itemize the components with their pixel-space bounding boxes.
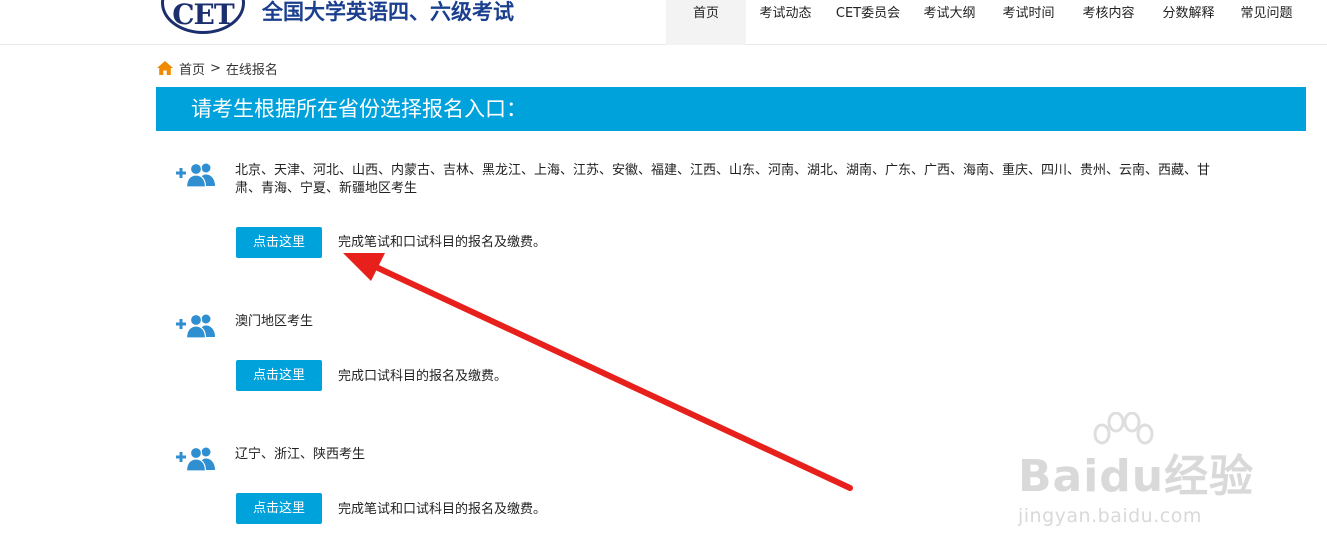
- breadcrumb-current: 在线报名: [225, 62, 278, 78]
- register-button-mainland[interactable]: 点击这里: [236, 227, 322, 258]
- nav-item-news[interactable]: 考试动态: [746, 0, 825, 45]
- register-button-lzs[interactable]: 点击这里: [236, 493, 322, 524]
- watermark-sub: jingyan.baidu.com: [1018, 505, 1202, 527]
- breadcrumb-separator: >: [210, 60, 221, 76]
- breadcrumb: 首页 > 在线报名: [156, 59, 278, 78]
- breadcrumb-home[interactable]: 首页: [179, 59, 205, 78]
- logo-text: CET: [172, 0, 234, 31]
- site-title[interactable]: 全国大学英语四、六级考试: [262, 0, 514, 26]
- watermark-main: Baidu经验: [1018, 451, 1255, 502]
- register-button-macau[interactable]: 点击这里: [236, 360, 322, 391]
- site-header: CET 全国大学英语四、六级考试 首页 考试动态 CET委员会 考试大纲 考试时…: [0, 0, 1327, 45]
- registration-section-macau: 澳门地区考生 点击这里 完成口试科目的报名及缴费。: [175, 313, 1275, 393]
- cet-logo[interactable]: CET: [161, 0, 245, 34]
- nav-item-syllabus[interactable]: 考试大纲: [911, 0, 988, 45]
- baidu-watermark: Baidu经验 jingyan.baidu.com: [1000, 410, 1270, 540]
- nav-item-home[interactable]: 首页: [666, 0, 746, 45]
- registration-banner: 请考生根据所在省份选择报名入口：: [156, 87, 1306, 131]
- register-description: 完成笔试和口试科目的报名及缴费。: [338, 235, 547, 250]
- nav-item-scores[interactable]: 分数解释: [1148, 0, 1229, 45]
- add-user-group-icon: [176, 162, 215, 188]
- nav-item-committee[interactable]: CET委员会: [825, 0, 911, 45]
- add-user-group-icon: [176, 313, 215, 339]
- registration-section-mainland: 北京、天津、河北、山西、内蒙古、吉林、黑龙江、上海、江苏、安徽、福建、江西、山东…: [175, 162, 1275, 262]
- nav-item-content[interactable]: 考核内容: [1069, 0, 1148, 45]
- nav-item-schedule[interactable]: 考试时间: [988, 0, 1069, 45]
- nav-item-faq[interactable]: 常见问题: [1229, 0, 1304, 45]
- home-icon[interactable]: [156, 60, 174, 76]
- add-user-group-icon: [176, 446, 215, 472]
- region-list: 北京、天津、河北、山西、内蒙古、吉林、黑龙江、上海、江苏、安徽、福建、江西、山东…: [235, 163, 1211, 196]
- register-description: 完成口试科目的报名及缴费。: [338, 369, 508, 384]
- main-nav: 首页 考试动态 CET委员会 考试大纲 考试时间 考核内容 分数解释 常见问题: [666, 0, 1304, 45]
- register-description: 完成笔试和口试科目的报名及缴费。: [338, 502, 547, 517]
- region-list: 澳门地区考生: [235, 314, 314, 329]
